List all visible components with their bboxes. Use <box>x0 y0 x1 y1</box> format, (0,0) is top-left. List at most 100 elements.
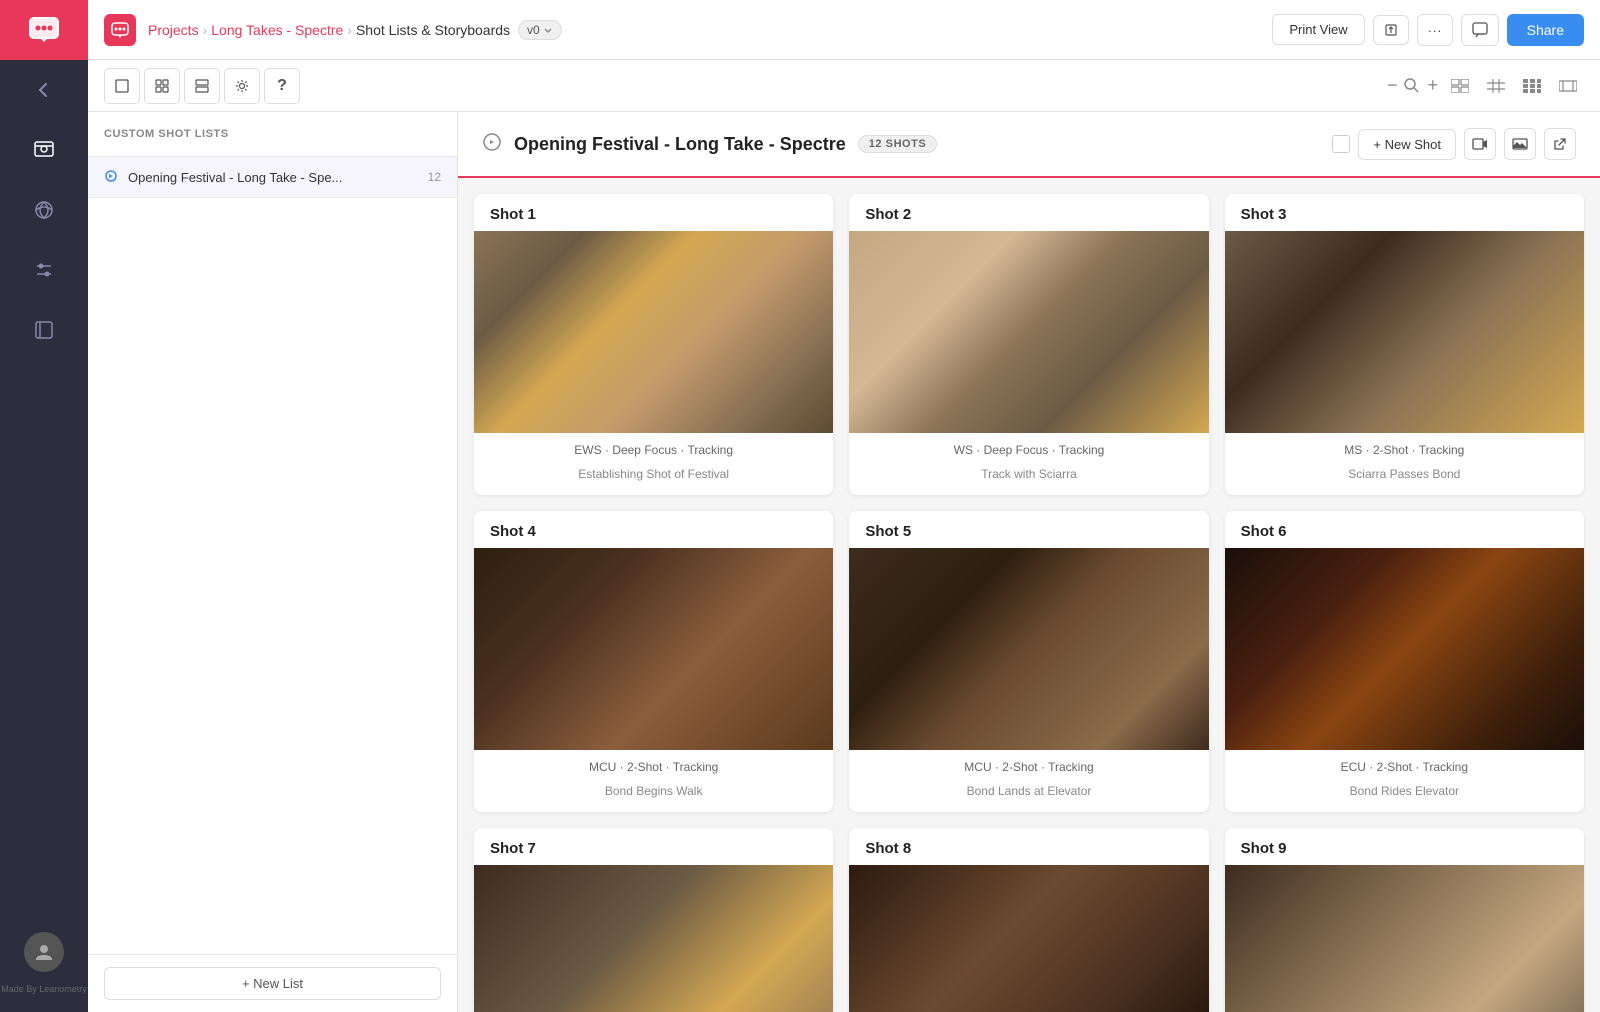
breadcrumb-sep2: › <box>347 22 352 38</box>
shot-image-button[interactable] <box>1504 128 1536 160</box>
more-options-button[interactable]: ··· <box>1417 14 1453 46</box>
shot-header-2: Shot 2 <box>849 194 1208 231</box>
shot-meta-5: MCU · 2-Shot · Tracking <box>849 750 1208 780</box>
new-list-button[interactable]: + New List <box>104 967 441 1000</box>
sidebar-item-sliders[interactable] <box>0 240 88 300</box>
shot-placeholder-4 <box>474 548 833 750</box>
shot-image-5 <box>849 548 1208 750</box>
select-all-checkbox[interactable] <box>1332 135 1350 153</box>
shot-card-1[interactable]: Shot 1 EWS · Deep Focus · Tracking Estab… <box>474 194 833 495</box>
shot-header-9: Shot 9 <box>1225 828 1584 865</box>
sidebar: Made By Leanometry <box>0 0 88 1012</box>
export-button[interactable] <box>1373 15 1409 45</box>
shot-image-1 <box>474 231 833 433</box>
shot-list-label: Opening Festival - Long Take - Spe... <box>128 170 420 185</box>
view-filmstrip-btn[interactable] <box>1552 72 1584 100</box>
version-badge[interactable]: v0 <box>518 20 562 40</box>
shot-header-6: Shot 6 <box>1225 511 1584 548</box>
top-bar-actions: Print View ··· Share <box>1272 14 1584 46</box>
sidebar-item-project[interactable] <box>0 120 88 180</box>
zoom-out-button[interactable]: − <box>1387 75 1398 96</box>
shot-list-item[interactable]: Opening Festival - Long Take - Spe... 12 <box>88 157 457 198</box>
shot-image-7 <box>474 865 833 1012</box>
comments-button[interactable] <box>1461 14 1499 46</box>
top-bar-logo <box>104 14 136 46</box>
zoom-in-button[interactable]: + <box>1427 75 1438 96</box>
shot-image-6 <box>1225 548 1584 750</box>
shot-image-8 <box>849 865 1208 1012</box>
view-grid-btn[interactable] <box>1516 72 1548 100</box>
zoom-controls: − + <box>1387 75 1438 96</box>
help-button[interactable]: ? <box>264 68 300 104</box>
new-shot-label: + New Shot <box>1373 137 1441 152</box>
shots-main: Opening Festival - Long Take - Spectre 1… <box>458 112 1600 1012</box>
tool-layout[interactable] <box>184 68 220 104</box>
share-link-button[interactable] <box>1544 128 1576 160</box>
shots-title: Opening Festival - Long Take - Spectre <box>514 134 846 155</box>
shot-placeholder-1 <box>474 231 833 433</box>
shot-desc-2: Track with Sciarra <box>849 463 1208 495</box>
made-by-label: Made By Leanometry <box>1 984 87 996</box>
sidebar-item-book[interactable] <box>0 300 88 360</box>
shot-card-7[interactable]: Shot 7 <box>474 828 833 1012</box>
shot-card-2[interactable]: Shot 2 WS · Deep Focus · Tracking Track … <box>849 194 1208 495</box>
shot-card-5[interactable]: Shot 5 MCU · 2-Shot · Tracking Bond Land… <box>849 511 1208 812</box>
toolbar-right: − + <box>1387 72 1584 100</box>
breadcrumb-project-name[interactable]: Long Takes - Spectre <box>211 22 343 38</box>
shot-desc-1: Establishing Shot of Festival <box>474 463 833 495</box>
version-label: v0 <box>527 23 540 37</box>
sidebar-item-back[interactable] <box>0 60 88 120</box>
shot-video-button[interactable] <box>1464 128 1496 160</box>
shot-placeholder-5 <box>849 548 1208 750</box>
shot-header-3: Shot 3 <box>1225 194 1584 231</box>
print-view-button[interactable]: Print View <box>1272 14 1364 45</box>
shot-header-8: Shot 8 <box>849 828 1208 865</box>
top-bar: Projects › Long Takes - Spectre › Shot L… <box>88 0 1600 60</box>
shot-placeholder-7 <box>474 865 833 1012</box>
shot-list-count: 12 <box>428 170 441 184</box>
shot-header-1: Shot 1 <box>474 194 833 231</box>
user-avatar[interactable] <box>24 932 64 972</box>
shots-header-icon <box>482 132 502 157</box>
view-table-btn[interactable] <box>1480 72 1512 100</box>
share-button[interactable]: Share <box>1507 14 1584 46</box>
side-panel: CUSTOM SHOT LISTS Opening Festival - Lon… <box>88 112 458 1012</box>
side-panel-footer: + New List <box>88 954 457 1012</box>
shot-card-8[interactable]: Shot 8 <box>849 828 1208 1012</box>
shots-count-badge: 12 SHOTS <box>858 135 938 153</box>
shot-image-3 <box>1225 231 1584 433</box>
shot-header-5: Shot 5 <box>849 511 1208 548</box>
breadcrumb-projects[interactable]: Projects <box>148 22 199 38</box>
shot-image-4 <box>474 548 833 750</box>
shot-card-6[interactable]: Shot 6 ECU · 2-Shot · Tracking Bond Ride… <box>1225 511 1584 812</box>
shot-desc-5: Bond Lands at Elevator <box>849 780 1208 812</box>
tool-frame[interactable] <box>104 68 140 104</box>
shot-meta-4: MCU · 2-Shot · Tracking <box>474 750 833 780</box>
settings-button[interactable] <box>224 68 260 104</box>
shot-card-4[interactable]: Shot 4 MCU · 2-Shot · Tracking Bond Begi… <box>474 511 833 812</box>
shot-card-9[interactable]: Shot 9 <box>1225 828 1584 1012</box>
content-area: CUSTOM SHOT LISTS Opening Festival - Lon… <box>88 112 1600 1012</box>
shot-list-icon <box>104 169 120 185</box>
view-list-btn[interactable] <box>1444 72 1476 100</box>
shot-placeholder-8 <box>849 865 1208 1012</box>
shot-image-9 <box>1225 865 1584 1012</box>
shot-card-3[interactable]: Shot 3 MS · 2-Shot · Tracking Sciarra Pa… <box>1225 194 1584 495</box>
shot-placeholder-3 <box>1225 231 1584 433</box>
shot-desc-4: Bond Begins Walk <box>474 780 833 812</box>
shot-header-7: Shot 7 <box>474 828 833 865</box>
shot-meta-6: ECU · 2-Shot · Tracking <box>1225 750 1584 780</box>
breadcrumb-sep1: › <box>203 22 208 38</box>
shot-header-4: Shot 4 <box>474 511 833 548</box>
view-buttons <box>1444 72 1584 100</box>
sidebar-item-globe[interactable] <box>0 180 88 240</box>
zoom-icon <box>1403 77 1421 95</box>
new-shot-button[interactable]: + New Shot <box>1358 129 1456 160</box>
shot-meta-3: MS · 2-Shot · Tracking <box>1225 433 1584 463</box>
shots-header: Opening Festival - Long Take - Spectre 1… <box>458 112 1600 178</box>
toolbar: ? − + <box>88 60 1600 112</box>
tool-grid[interactable] <box>144 68 180 104</box>
app-logo[interactable] <box>0 0 88 60</box>
shot-placeholder-9 <box>1225 865 1584 1012</box>
shot-desc-3: Sciarra Passes Bond <box>1225 463 1584 495</box>
